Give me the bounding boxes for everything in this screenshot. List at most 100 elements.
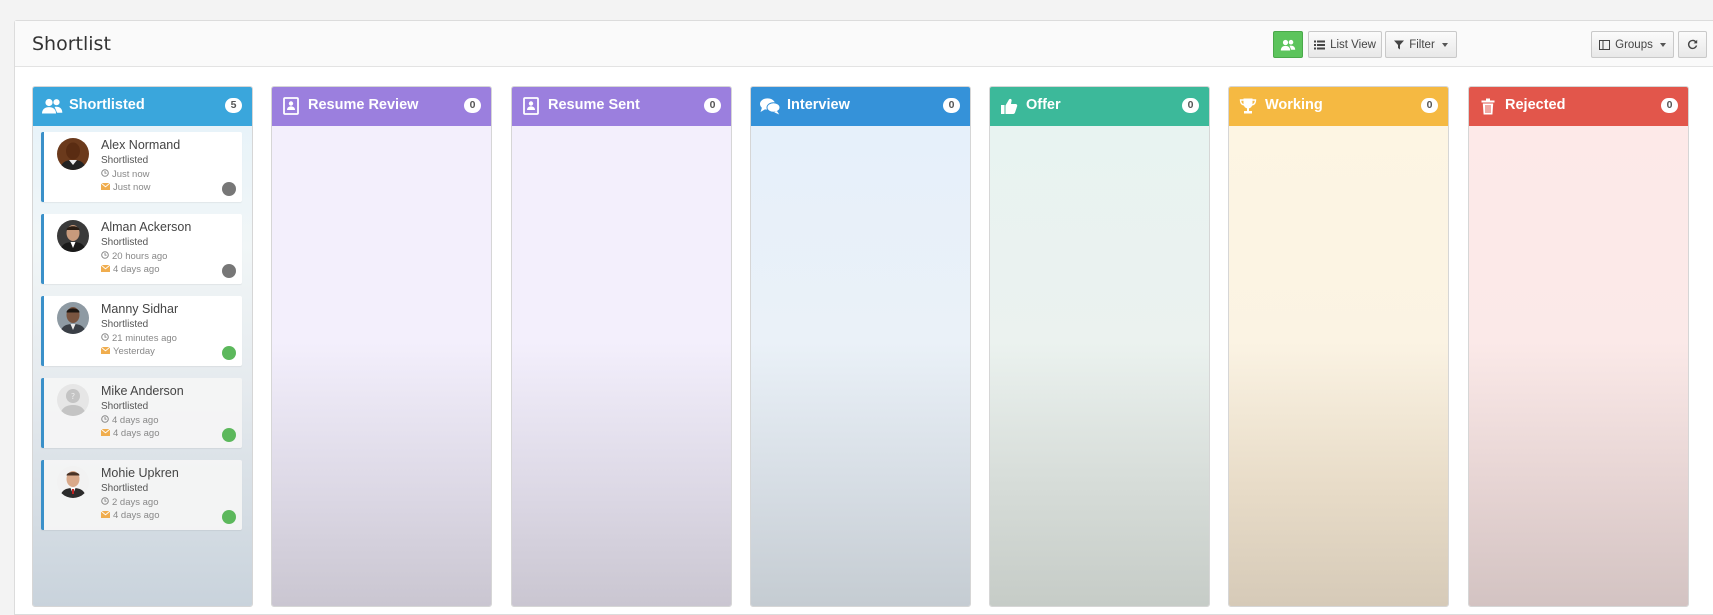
- presence-dot-online: [222, 510, 236, 524]
- column-count-badge: 0: [1661, 98, 1678, 113]
- column-shortlisted: Shortlisted 5 Alex Normand Shortlisted J…: [32, 86, 253, 607]
- clock-icon: [101, 497, 109, 508]
- email-line: 4 days ago: [100, 428, 160, 439]
- candidate-name: Mike Anderson: [101, 384, 184, 398]
- column-header[interactable]: Interview 0: [751, 87, 970, 126]
- page-title: Shortlist: [32, 33, 111, 55]
- candidate-card[interactable]: ? Mike Anderson Shortlisted 4 days ago 4…: [41, 378, 242, 448]
- resume-icon: [520, 95, 542, 117]
- candidates-view-button[interactable]: [1273, 31, 1303, 58]
- users-icon: [1280, 39, 1296, 51]
- chat-icon: [759, 95, 781, 117]
- kanban-board: Shortlisted 5 Alex Normand Shortlisted J…: [32, 86, 1692, 607]
- email-line: Just now: [100, 182, 151, 193]
- candidate-name: Mohie Upkren: [101, 466, 179, 480]
- list-view-label: List View: [1330, 38, 1376, 51]
- column-title: Resume Sent: [548, 97, 640, 113]
- column-count-badge: 0: [704, 98, 721, 113]
- column-resume-sent: Resume Sent 0: [511, 86, 732, 607]
- candidate-card[interactable]: Alex Normand Shortlisted Just now Just n…: [41, 132, 242, 202]
- candidate-name: Manny Sidhar: [101, 302, 179, 316]
- activity-time: 20 hours ago: [112, 251, 168, 262]
- trophy-icon: [1237, 95, 1259, 117]
- email-time: 4 days ago: [113, 510, 160, 521]
- thumbs-up-icon: [998, 95, 1020, 117]
- envelope-icon: [100, 428, 111, 439]
- candidate-card[interactable]: Mohie Upkren Shortlisted 2 days ago 4 da…: [41, 460, 242, 530]
- panel-header: Shortlist List View Filter Groups: [15, 21, 1713, 67]
- column-title: Shortlisted: [69, 97, 145, 113]
- candidate-status: Shortlisted: [101, 483, 149, 494]
- clock-icon: [101, 415, 109, 426]
- chevron-down-icon: [1659, 42, 1666, 47]
- column-body: Alex Normand Shortlisted Just now Just n…: [33, 126, 252, 606]
- candidate-name: Alex Normand: [101, 138, 181, 152]
- column-body: [1469, 126, 1688, 606]
- column-body: [990, 126, 1209, 606]
- column-body: [751, 126, 970, 606]
- email-time: Just now: [113, 182, 151, 193]
- svg-text:?: ?: [71, 392, 75, 401]
- envelope-icon: [100, 182, 111, 193]
- column-count-badge: 0: [1182, 98, 1199, 113]
- column-resume-review: Resume Review 0: [271, 86, 492, 607]
- column-title: Rejected: [1505, 97, 1566, 113]
- candidate-status: Shortlisted: [101, 237, 149, 248]
- candidate-status: Shortlisted: [101, 155, 149, 166]
- column-working: Working 0: [1228, 86, 1449, 607]
- activity-time: 2 days ago: [112, 497, 159, 508]
- activity-time: 21 minutes ago: [112, 333, 177, 344]
- column-title: Offer: [1026, 97, 1061, 113]
- column-header[interactable]: Shortlisted 5: [33, 87, 252, 126]
- activity-line: Just now: [101, 169, 150, 180]
- users-icon: [41, 95, 63, 117]
- column-title: Interview: [787, 97, 850, 113]
- list-view-button[interactable]: List View: [1308, 31, 1382, 58]
- column-header[interactable]: Resume Review 0: [272, 87, 491, 126]
- column-title: Resume Review: [308, 97, 419, 113]
- candidate-card[interactable]: Alman Ackerson Shortlisted 20 hours ago …: [41, 214, 242, 284]
- column-body: [512, 126, 731, 606]
- chevron-down-icon: [1441, 42, 1448, 47]
- column-title: Working: [1265, 97, 1323, 113]
- column-count-badge: 0: [1421, 98, 1438, 113]
- column-count-badge: 0: [464, 98, 481, 113]
- filter-label: Filter: [1409, 38, 1435, 51]
- avatar: [57, 138, 89, 170]
- email-line: 4 days ago: [100, 264, 159, 275]
- avatar: [57, 302, 89, 334]
- email-line: 4 days ago: [100, 510, 160, 521]
- column-header[interactable]: Resume Sent 0: [512, 87, 731, 126]
- activity-line: 20 hours ago: [101, 251, 167, 262]
- refresh-icon: [1687, 39, 1698, 50]
- column-header[interactable]: Rejected 0: [1469, 87, 1688, 126]
- activity-line: 21 minutes ago: [101, 333, 177, 344]
- column-body: [272, 126, 491, 606]
- candidate-status: Shortlisted: [101, 401, 149, 412]
- column-rejected: Rejected 0: [1468, 86, 1689, 607]
- clock-icon: [101, 333, 109, 344]
- filter-button[interactable]: Filter: [1385, 31, 1457, 58]
- activity-time: Just now: [112, 169, 150, 180]
- columns-icon: [1599, 39, 1611, 50]
- refresh-button[interactable]: [1678, 31, 1707, 58]
- activity-line: 4 days ago: [101, 415, 158, 426]
- avatar: [57, 466, 89, 498]
- clock-icon: [101, 169, 109, 180]
- presence-dot-online: [222, 428, 236, 442]
- presence-dot-online: [222, 346, 236, 360]
- avatar: [57, 220, 89, 252]
- groups-button[interactable]: Groups: [1591, 31, 1674, 58]
- column-count-badge: 5: [225, 98, 242, 113]
- email-time: 4 days ago: [113, 428, 160, 439]
- candidate-card[interactable]: Manny Sidhar Shortlisted 21 minutes ago …: [41, 296, 242, 366]
- filter-icon: [1394, 40, 1405, 50]
- column-header[interactable]: Offer 0: [990, 87, 1209, 126]
- column-body: [1229, 126, 1448, 606]
- candidate-name: Alman Ackerson: [101, 220, 192, 234]
- candidate-status: Shortlisted: [101, 319, 149, 330]
- column-count-badge: 0: [943, 98, 960, 113]
- presence-dot-offline: [222, 264, 236, 278]
- column-header[interactable]: Working 0: [1229, 87, 1448, 126]
- resume-icon: [280, 95, 302, 117]
